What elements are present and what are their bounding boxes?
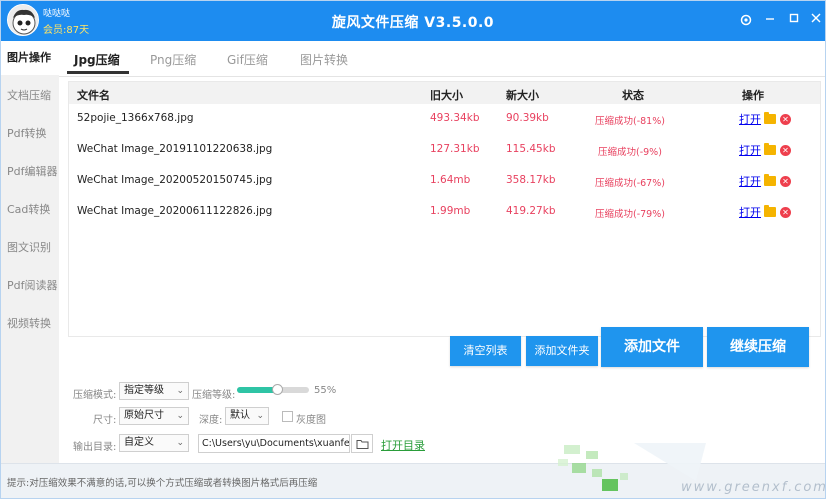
chevron-down-icon: ⌄ — [176, 438, 184, 448]
compress-level-value: 55% — [314, 385, 337, 396]
new-size: 419.27kb — [506, 205, 556, 217]
add-file-button[interactable]: 添加文件 — [601, 327, 703, 367]
size-select[interactable]: 原始尺寸 ⌄ — [119, 407, 189, 425]
close-icon[interactable] — [807, 11, 825, 29]
status-text: 压缩成功(-81%) — [595, 116, 665, 127]
sidebar-item-ocr[interactable]: 图文识别 — [1, 231, 59, 265]
folder-outline-icon — [356, 440, 369, 449]
folder-icon[interactable] — [764, 174, 776, 186]
file-name: WeChat Image_20200611122826.jpg — [77, 205, 273, 217]
old-size: 493.34kb — [430, 112, 480, 124]
depth-label: 深度: — [199, 415, 223, 426]
status-text: 压缩成功(-79%) — [595, 209, 665, 220]
status-text: 压缩成功(-67%) — [595, 178, 665, 189]
sidebar-item-image-ops[interactable]: 图片操作 — [1, 41, 59, 75]
header-filename: 文件名 — [77, 89, 110, 102]
row-actions: 打开 ✕ — [739, 142, 791, 158]
sidebar: 图片操作 文档压缩 Pdf转换 Pdf编辑器 Cad转换 图文识别 Pdf阅读器… — [1, 41, 59, 463]
open-file-link[interactable]: 打开 — [739, 175, 761, 188]
status-text: 压缩成功(-9%) — [598, 147, 662, 158]
header-status: 状态 — [622, 89, 644, 102]
file-name: WeChat Image_20200520150745.jpg — [77, 174, 273, 186]
row-actions: 打开 ✕ — [739, 111, 791, 127]
new-size: 358.17kb — [506, 174, 556, 186]
new-size: 115.45kb — [506, 143, 556, 155]
compress-mode-value: 指定等级 — [124, 385, 164, 396]
title-bar: 哒哒哒 会员:87天 旋风文件压缩 V3.5.0.0 — [1, 1, 825, 41]
depth-value: 默认 — [230, 410, 250, 421]
tab-png-compress[interactable]: Png压缩 — [150, 51, 196, 68]
sidebar-item-cad-convert[interactable]: Cad转换 — [1, 193, 59, 227]
size-value: 原始尺寸 — [124, 410, 164, 421]
sidebar-item-doc-compress[interactable]: 文档压缩 — [1, 79, 59, 113]
row-actions: 打开 ✕ — [739, 173, 791, 189]
delete-icon[interactable]: ✕ — [780, 175, 791, 187]
delete-icon[interactable]: ✕ — [780, 206, 791, 218]
table-row[interactable]: 52pojie_1366x768.jpg 493.34kb 90.39kb 压缩… — [69, 104, 820, 134]
slider-fill — [237, 387, 277, 393]
add-folder-button[interactable]: 添加文件夹 — [526, 336, 598, 366]
grayscale-label: 灰度图 — [296, 415, 326, 426]
new-size: 90.39kb — [506, 112, 549, 124]
clear-list-button[interactable]: 清空列表 — [450, 336, 521, 366]
folder-icon[interactable] — [764, 205, 776, 217]
output-path-input[interactable]: C:\Users\yu\Documents\xuanfe — [198, 434, 350, 453]
file-name: 52pojie_1366x768.jpg — [77, 112, 194, 124]
delete-icon[interactable]: ✕ — [780, 113, 791, 125]
open-file-link[interactable]: 打开 — [739, 144, 761, 157]
sidebar-item-pdf-reader[interactable]: Pdf阅读器 — [1, 269, 59, 303]
row-actions: 打开 ✕ — [739, 204, 791, 220]
status-bar: 提示:对压缩效果不满意的话,可以换个方式压缩或者转换图片格式后再压缩 — [1, 463, 825, 498]
maximize-icon[interactable] — [785, 11, 803, 29]
browse-folder-button[interactable] — [351, 434, 373, 453]
folder-icon[interactable] — [764, 143, 776, 155]
chevron-down-icon: ⌄ — [176, 386, 184, 396]
continue-compress-button[interactable]: 继续压缩 — [707, 327, 809, 367]
open-directory-link[interactable]: 打开目录 — [381, 437, 425, 453]
compress-mode-select[interactable]: 指定等级 ⌄ — [119, 382, 189, 400]
tab-jpg-compress[interactable]: Jpg压缩 — [74, 51, 120, 68]
depth-select[interactable]: 默认 ⌄ — [225, 407, 269, 425]
app-title: 旋风文件压缩 V3.5.0.0 — [331, 15, 495, 31]
file-name: WeChat Image_20191101220638.jpg — [77, 143, 273, 155]
old-size: 1.99mb — [430, 205, 471, 217]
open-file-link[interactable]: 打开 — [739, 206, 761, 219]
output-dir-label: 输出目录: — [73, 442, 117, 453]
settings-icon[interactable] — [737, 11, 755, 29]
compress-level-label: 压缩等级: — [192, 390, 236, 401]
old-size: 1.64mb — [430, 174, 471, 186]
table-header: 文件名 旧大小 新大小 状态 操作 — [69, 82, 820, 104]
compress-level-slider[interactable] — [237, 384, 309, 395]
minimize-icon[interactable] — [761, 11, 779, 29]
size-label: 尺寸: — [93, 415, 117, 426]
tab-gif-compress[interactable]: Gif压缩 — [227, 51, 268, 68]
tab-bar: Jpg压缩 Png压缩 Gif压缩 图片转换 — [59, 41, 825, 77]
grayscale-checkbox[interactable] — [282, 411, 293, 422]
chevron-down-icon: ⌄ — [176, 411, 184, 421]
file-table: 文件名 旧大小 新大小 状态 操作 52pojie_1366x768.jpg 4… — [68, 81, 821, 337]
table-row[interactable]: WeChat Image_20200520150745.jpg 1.64mb 3… — [69, 166, 820, 196]
header-new-size: 新大小 — [506, 89, 539, 102]
old-size: 127.31kb — [430, 143, 480, 155]
sidebar-item-pdf-editor[interactable]: Pdf编辑器 — [1, 155, 59, 189]
table-row[interactable]: WeChat Image_20191101220638.jpg 127.31kb… — [69, 135, 820, 165]
chevron-down-icon: ⌄ — [256, 411, 264, 421]
active-tab-indicator — [67, 71, 129, 74]
sidebar-item-video-convert[interactable]: 视频转换 — [1, 307, 59, 341]
table-row[interactable]: WeChat Image_20200611122826.jpg 1.99mb 4… — [69, 197, 820, 227]
compress-mode-label: 压缩模式: — [73, 390, 117, 401]
status-tip: 提示:对压缩效果不满意的话,可以换个方式压缩或者转换图片格式后再压缩 — [7, 478, 318, 489]
folder-icon[interactable] — [764, 112, 776, 124]
header-old-size: 旧大小 — [430, 89, 463, 102]
header-actions: 操作 — [742, 89, 764, 102]
open-file-link[interactable]: 打开 — [739, 113, 761, 126]
sidebar-item-pdf-convert[interactable]: Pdf转换 — [1, 117, 59, 151]
output-dir-select[interactable]: 自定义 ⌄ — [119, 434, 189, 452]
slider-handle[interactable] — [271, 384, 283, 395]
output-dir-value: 自定义 — [124, 437, 154, 448]
tab-image-convert[interactable]: 图片转换 — [300, 51, 348, 68]
delete-icon[interactable]: ✕ — [780, 144, 791, 156]
app-window: 哒哒哒 会员:87天 旋风文件压缩 V3.5.0.0 图片操作 文档压缩 Pdf… — [0, 0, 826, 499]
